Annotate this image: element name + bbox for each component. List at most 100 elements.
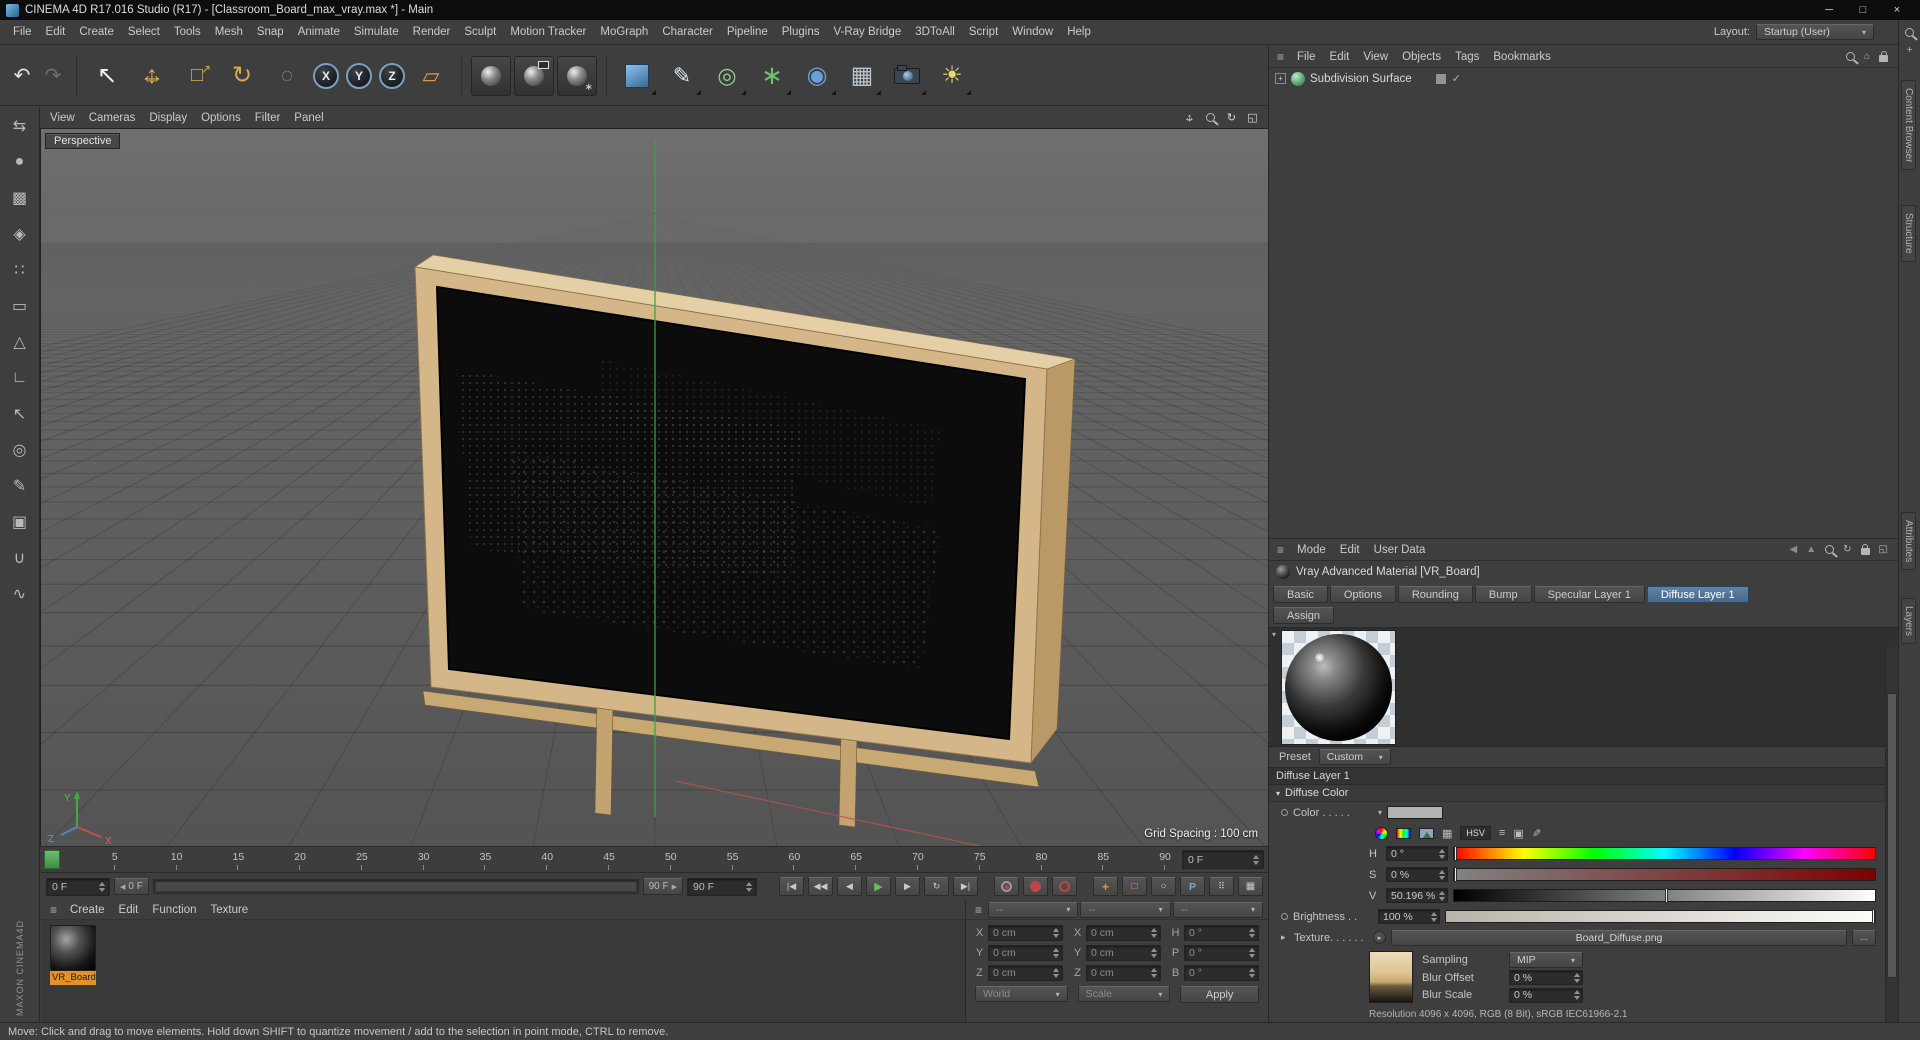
tab-bump[interactable]: Bump	[1474, 586, 1532, 603]
color-swatches-icon[interactable]: ▦	[1442, 827, 1452, 840]
sampling-dropdown[interactable]: MIP ▾	[1509, 952, 1583, 968]
viewport-menu-item[interactable]: Filter	[248, 109, 288, 127]
mograph-cloner-button[interactable]: ∗	[751, 55, 793, 97]
live-selection-tool[interactable]: ↖	[86, 55, 128, 97]
coordinate-system-toggle[interactable]: ▱	[410, 55, 452, 97]
hamburger-icon[interactable]: ≡	[1273, 543, 1288, 557]
solo-toggle[interactable]: ▦	[1238, 877, 1263, 896]
compact-mode-icon[interactable]: ▣	[1513, 827, 1523, 840]
current-frame-field[interactable]: 0 F	[1182, 850, 1264, 869]
attribute-menu-item[interactable]: User Data	[1367, 541, 1433, 559]
saturation-field[interactable]: 0 %	[1386, 867, 1448, 882]
object-enabled-check-icon[interactable]: ✓	[1452, 72, 1461, 85]
keyframe-parameter-toggle[interactable]: P	[1180, 877, 1205, 896]
expand-icon[interactable]: +	[1275, 73, 1286, 84]
rotation-p-field[interactable]: 0 °	[1184, 944, 1259, 961]
object-name-label[interactable]: Subdivision Surface	[1310, 73, 1412, 85]
menu-item[interactable]: Mesh	[208, 23, 250, 41]
viewport-menu-item[interactable]: Display	[142, 109, 194, 127]
hue-field[interactable]: 0 °	[1386, 846, 1448, 861]
last-used-tool[interactable]: ◌	[266, 55, 308, 97]
goto-start-button[interactable]: |◀	[779, 877, 804, 896]
viewport-menu-item[interactable]: Panel	[287, 109, 330, 127]
range-end-field[interactable]: 90 F	[687, 877, 757, 896]
value-slider[interactable]	[1453, 888, 1876, 903]
tab-specular-layer-1[interactable]: Specular Layer 1	[1533, 586, 1645, 603]
hamburger-icon[interactable]: ≡	[971, 903, 986, 917]
object-manager-menu-item[interactable]: Edit	[1323, 48, 1357, 66]
back-icon[interactable]: ◀	[1790, 544, 1798, 555]
texture-options-icon[interactable]: ▸	[1373, 931, 1386, 944]
color-wheel-icon[interactable]	[1375, 826, 1388, 840]
close-button[interactable]: ×	[1880, 1, 1914, 19]
viewport-menu-item[interactable]: Options	[194, 109, 248, 127]
position-z-field[interactable]: 0 cm	[988, 964, 1063, 981]
menu-item[interactable]: Select	[121, 23, 167, 41]
left-tool-icon[interactable]: ∷	[5, 255, 35, 285]
preset-dropdown[interactable]: Custom ▾	[1318, 749, 1391, 765]
position-y-field[interactable]: 0 cm	[988, 944, 1063, 961]
menu-item[interactable]: Pipeline	[720, 23, 775, 41]
autokey-button[interactable]	[1052, 877, 1077, 896]
texture-browse-button[interactable]: ...	[1852, 929, 1876, 946]
left-tool-icon[interactable]: △	[5, 327, 35, 357]
menu-item[interactable]: Character	[655, 23, 720, 41]
keyframe-pla-toggle[interactable]: ⠿	[1209, 877, 1234, 896]
viewport-menu-item[interactable]: View	[43, 109, 82, 127]
up-icon[interactable]: ▲	[1806, 544, 1816, 555]
left-tool-icon[interactable]: ◎	[5, 435, 35, 465]
rotate-view-icon[interactable]: ↻	[1223, 110, 1240, 125]
add-panel-icon[interactable]: +	[1907, 45, 1913, 56]
menu-item[interactable]: Sculpt	[457, 23, 503, 41]
rotation-b-field[interactable]: 0 °	[1184, 964, 1259, 981]
subsection-diffuse-color[interactable]: ▾ Diffuse Color	[1269, 785, 1898, 802]
tab-diffuse-layer-1[interactable]: Diffuse Layer 1	[1646, 586, 1749, 603]
left-tool-icon[interactable]: ⇆	[5, 111, 35, 141]
left-tool-icon[interactable]: ●	[5, 147, 35, 177]
toggle-view-icon[interactable]: ◱	[1244, 110, 1261, 125]
size-y-field[interactable]: 0 cm	[1086, 944, 1161, 961]
left-tool-icon[interactable]: ◈	[5, 219, 35, 249]
layout-selector[interactable]: Startup (User) ▾	[1756, 24, 1874, 40]
attribute-menu-item[interactable]: Edit	[1333, 541, 1367, 559]
tab-rounding[interactable]: Rounding	[1397, 586, 1473, 603]
undo-button[interactable]: ↶	[8, 62, 36, 90]
record-active-objects-button[interactable]	[1023, 877, 1048, 896]
menu-item[interactable]: Plugins	[775, 23, 827, 41]
menu-item[interactable]: Animate	[291, 23, 347, 41]
object-manager-menu-item[interactable]: Tags	[1448, 48, 1486, 66]
left-tool-icon[interactable]: ∪	[5, 543, 35, 573]
brightness-slider[interactable]	[1445, 909, 1876, 924]
object-manager-menu-item[interactable]: File	[1290, 48, 1323, 66]
preview-range-track[interactable]	[152, 879, 639, 894]
range-end-handle[interactable]: 90 F ▶	[642, 878, 683, 895]
viewport-perspective[interactable]: Y X Z Perspective Grid Spacing : 100 cm	[40, 128, 1269, 847]
search-icon[interactable]	[1825, 545, 1835, 554]
previous-frame-button[interactable]: ◀	[837, 877, 862, 896]
object-manager-menu-item[interactable]: View	[1356, 48, 1395, 66]
dock-tab-layers[interactable]: Layers	[1901, 598, 1916, 645]
scale-mode-dropdown[interactable]: Scale ▾	[1077, 986, 1171, 1002]
z-axis-lock-toggle[interactable]: Z	[379, 62, 405, 89]
material-name-label[interactable]: VR_Board	[50, 971, 96, 985]
color-popup-icon[interactable]: ▾	[1378, 808, 1382, 817]
keyframe-rotation-toggle[interactable]: ○	[1151, 877, 1176, 896]
preview-expander-icon[interactable]: ▾	[1272, 630, 1276, 639]
hamburger-icon[interactable]: ≡	[46, 903, 61, 917]
object-manager-menu-item[interactable]: Bookmarks	[1486, 48, 1558, 66]
blur-scale-field[interactable]: 0 %	[1509, 987, 1583, 1003]
tab-assign[interactable]: Assign	[1273, 607, 1335, 624]
brightness-field[interactable]: 100 %	[1378, 909, 1440, 924]
y-axis-lock-toggle[interactable]: Y	[346, 62, 372, 89]
keyframe-scale-toggle[interactable]: □	[1122, 877, 1147, 896]
texture-thumbnail[interactable]	[1369, 951, 1413, 1003]
tab-options[interactable]: Options	[1329, 586, 1396, 603]
menu-item[interactable]: Simulate	[347, 23, 406, 41]
menu-item[interactable]: 3DToAll	[908, 23, 962, 41]
home-icon[interactable]: ⌂	[1864, 51, 1870, 62]
attribute-menu-item[interactable]: Mode	[1290, 541, 1333, 559]
menu-item[interactable]: Create	[72, 23, 121, 41]
hue-slider[interactable]	[1453, 846, 1876, 861]
keyframe-position-toggle[interactable]: +	[1093, 877, 1118, 896]
keyframe-dot-icon[interactable]	[1281, 809, 1288, 816]
